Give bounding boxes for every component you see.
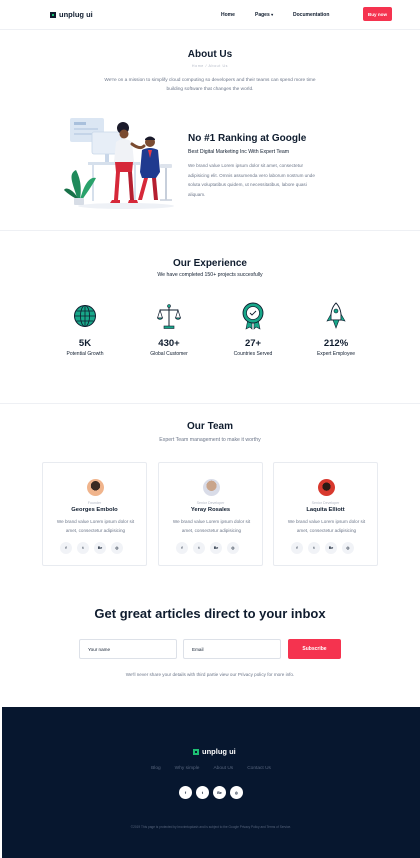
stat-label: Potential Growth xyxy=(66,351,104,357)
footer-link-contact[interactable]: Contact Us xyxy=(247,766,271,771)
chevron-down-icon: ▾ xyxy=(271,12,274,17)
stat-value: 212% xyxy=(323,338,349,349)
subscribe-button[interactable]: Subscribe xyxy=(288,639,341,659)
buy-now-button[interactable]: Buy now xyxy=(363,7,392,21)
twitter-icon[interactable]: t xyxy=(77,542,89,554)
dribbble-icon[interactable]: ◎ xyxy=(227,542,239,554)
nav-link-pages[interactable]: Pages ▾ xyxy=(255,12,273,18)
stat-expert-employee: 212% Expert Employee xyxy=(296,302,376,357)
footer-social-links: f t Be ◎ xyxy=(179,786,243,799)
member-name: Laquita Elliott xyxy=(306,507,345,513)
footer-brand-name: unplug ui xyxy=(202,747,236,756)
ranking-description: We brand value Lorem ipsum dolor sit ame… xyxy=(188,163,315,197)
experience-subtitle: We have completed 150+ projects succesfu… xyxy=(157,272,263,278)
facebook-icon[interactable]: f xyxy=(179,786,192,799)
ranking-subtitle: Best Digital Marketing Inc With Expert T… xyxy=(188,149,290,155)
stat-global-customer: 430+ Global Customer xyxy=(129,302,209,357)
brand-logo[interactable]: unplug ui xyxy=(50,10,93,19)
rocket-icon xyxy=(326,302,346,329)
footer-links: Blog Why simple About Us Contact Us xyxy=(2,766,420,771)
member-description: We brand value Lorem ipsum dolor sit ame… xyxy=(287,519,366,533)
about-title: About Us xyxy=(187,49,233,60)
member-name: Georges Embolo xyxy=(71,507,118,513)
team-card: Founder Georges Embolo We brand value Lo… xyxy=(42,462,147,566)
member-description: We brand value Lorem ipsum dolor sit ame… xyxy=(56,519,135,533)
newsletter-title: Get great articles direct to your inbox xyxy=(94,606,326,621)
behance-icon[interactable]: Be xyxy=(213,786,226,799)
team-title: Our Team xyxy=(187,421,233,432)
avatar xyxy=(87,479,104,496)
behance-icon[interactable]: Be xyxy=(210,542,222,554)
member-role: Senior Developer xyxy=(196,501,225,505)
stat-label: Countries Served xyxy=(233,351,273,357)
nav-link-home[interactable]: Home xyxy=(221,12,235,18)
top-navbar: unplug ui Home Pages ▾ Documentation Buy… xyxy=(0,0,420,30)
stat-countries-served: 27+ Countries Served xyxy=(213,302,293,357)
team-working-illustration xyxy=(64,118,174,209)
copyright-text: ©2019 This page is protected by brovimto… xyxy=(130,825,292,829)
member-social-links: f t Be ◎ xyxy=(176,542,239,554)
team-card: Senior Developer Laquita Elliott We bran… xyxy=(273,462,378,566)
section-divider xyxy=(0,403,420,404)
nav-link-documentation[interactable]: Documentation xyxy=(293,12,329,18)
name-input[interactable]: Your name xyxy=(79,639,177,659)
member-role: Senior Developer xyxy=(311,501,340,505)
about-description: We're on a mission to simplify cloud com… xyxy=(104,78,316,92)
award-badge-icon xyxy=(242,302,264,330)
globe-icon xyxy=(74,305,96,327)
brand-name: unplug ui xyxy=(59,10,93,19)
experience-title: Our Experience xyxy=(173,258,247,269)
ranking-title: No #1 Ranking at Google xyxy=(188,133,307,144)
balance-scale-icon xyxy=(157,304,181,329)
footer-link-blog[interactable]: Blog xyxy=(151,766,161,771)
logo-mark-icon xyxy=(193,748,199,755)
logo-mark-icon xyxy=(50,11,56,18)
twitter-icon[interactable]: t xyxy=(308,542,320,554)
footer-link-about[interactable]: About Us xyxy=(213,766,233,771)
stat-value: 5K xyxy=(78,338,92,349)
breadcrumb: Home / About Us xyxy=(191,64,229,68)
section-divider xyxy=(0,230,420,231)
stat-label: Expert Employee xyxy=(316,351,356,357)
stat-value: 27+ xyxy=(244,338,262,349)
email-input[interactable]: Email xyxy=(183,639,281,659)
nav-link-pages-label: Pages xyxy=(255,12,270,18)
member-role: Founder xyxy=(87,501,102,505)
avatar xyxy=(203,479,220,496)
avatar xyxy=(318,479,335,496)
twitter-icon[interactable]: t xyxy=(193,542,205,554)
facebook-icon[interactable]: f xyxy=(60,542,72,554)
privacy-note: We'll never share your details with thir… xyxy=(125,672,295,677)
facebook-icon[interactable]: f xyxy=(176,542,188,554)
stat-value: 430+ xyxy=(158,338,180,349)
dribbble-icon[interactable]: ◎ xyxy=(111,542,123,554)
dribbble-icon[interactable]: ◎ xyxy=(342,542,354,554)
behance-icon[interactable]: Be xyxy=(325,542,337,554)
member-social-links: f t Be ◎ xyxy=(60,542,123,554)
team-subtitle: Expert Team management to make it worthy xyxy=(159,437,261,443)
footer-link-why-simple[interactable]: Why simple xyxy=(175,766,200,771)
stat-label: Global Customer xyxy=(150,351,188,357)
member-description: We brand value Lorem ipsum dolor sit ame… xyxy=(172,519,251,533)
stat-potential-growth: 5K Potential Growth xyxy=(45,302,125,357)
behance-icon[interactable]: Be xyxy=(94,542,106,554)
footer: unplug ui Blog Why simple About Us Conta… xyxy=(2,707,420,858)
dribbble-icon[interactable]: ◎ xyxy=(230,786,243,799)
member-social-links: f t Be ◎ xyxy=(291,542,354,554)
twitter-icon[interactable]: t xyxy=(196,786,209,799)
member-name: Yeray Rosales xyxy=(190,507,231,513)
team-card: Senior Developer Yeray Rosales We brand … xyxy=(158,462,263,566)
facebook-icon[interactable]: f xyxy=(291,542,303,554)
footer-brand-logo[interactable]: unplug ui xyxy=(193,747,236,756)
